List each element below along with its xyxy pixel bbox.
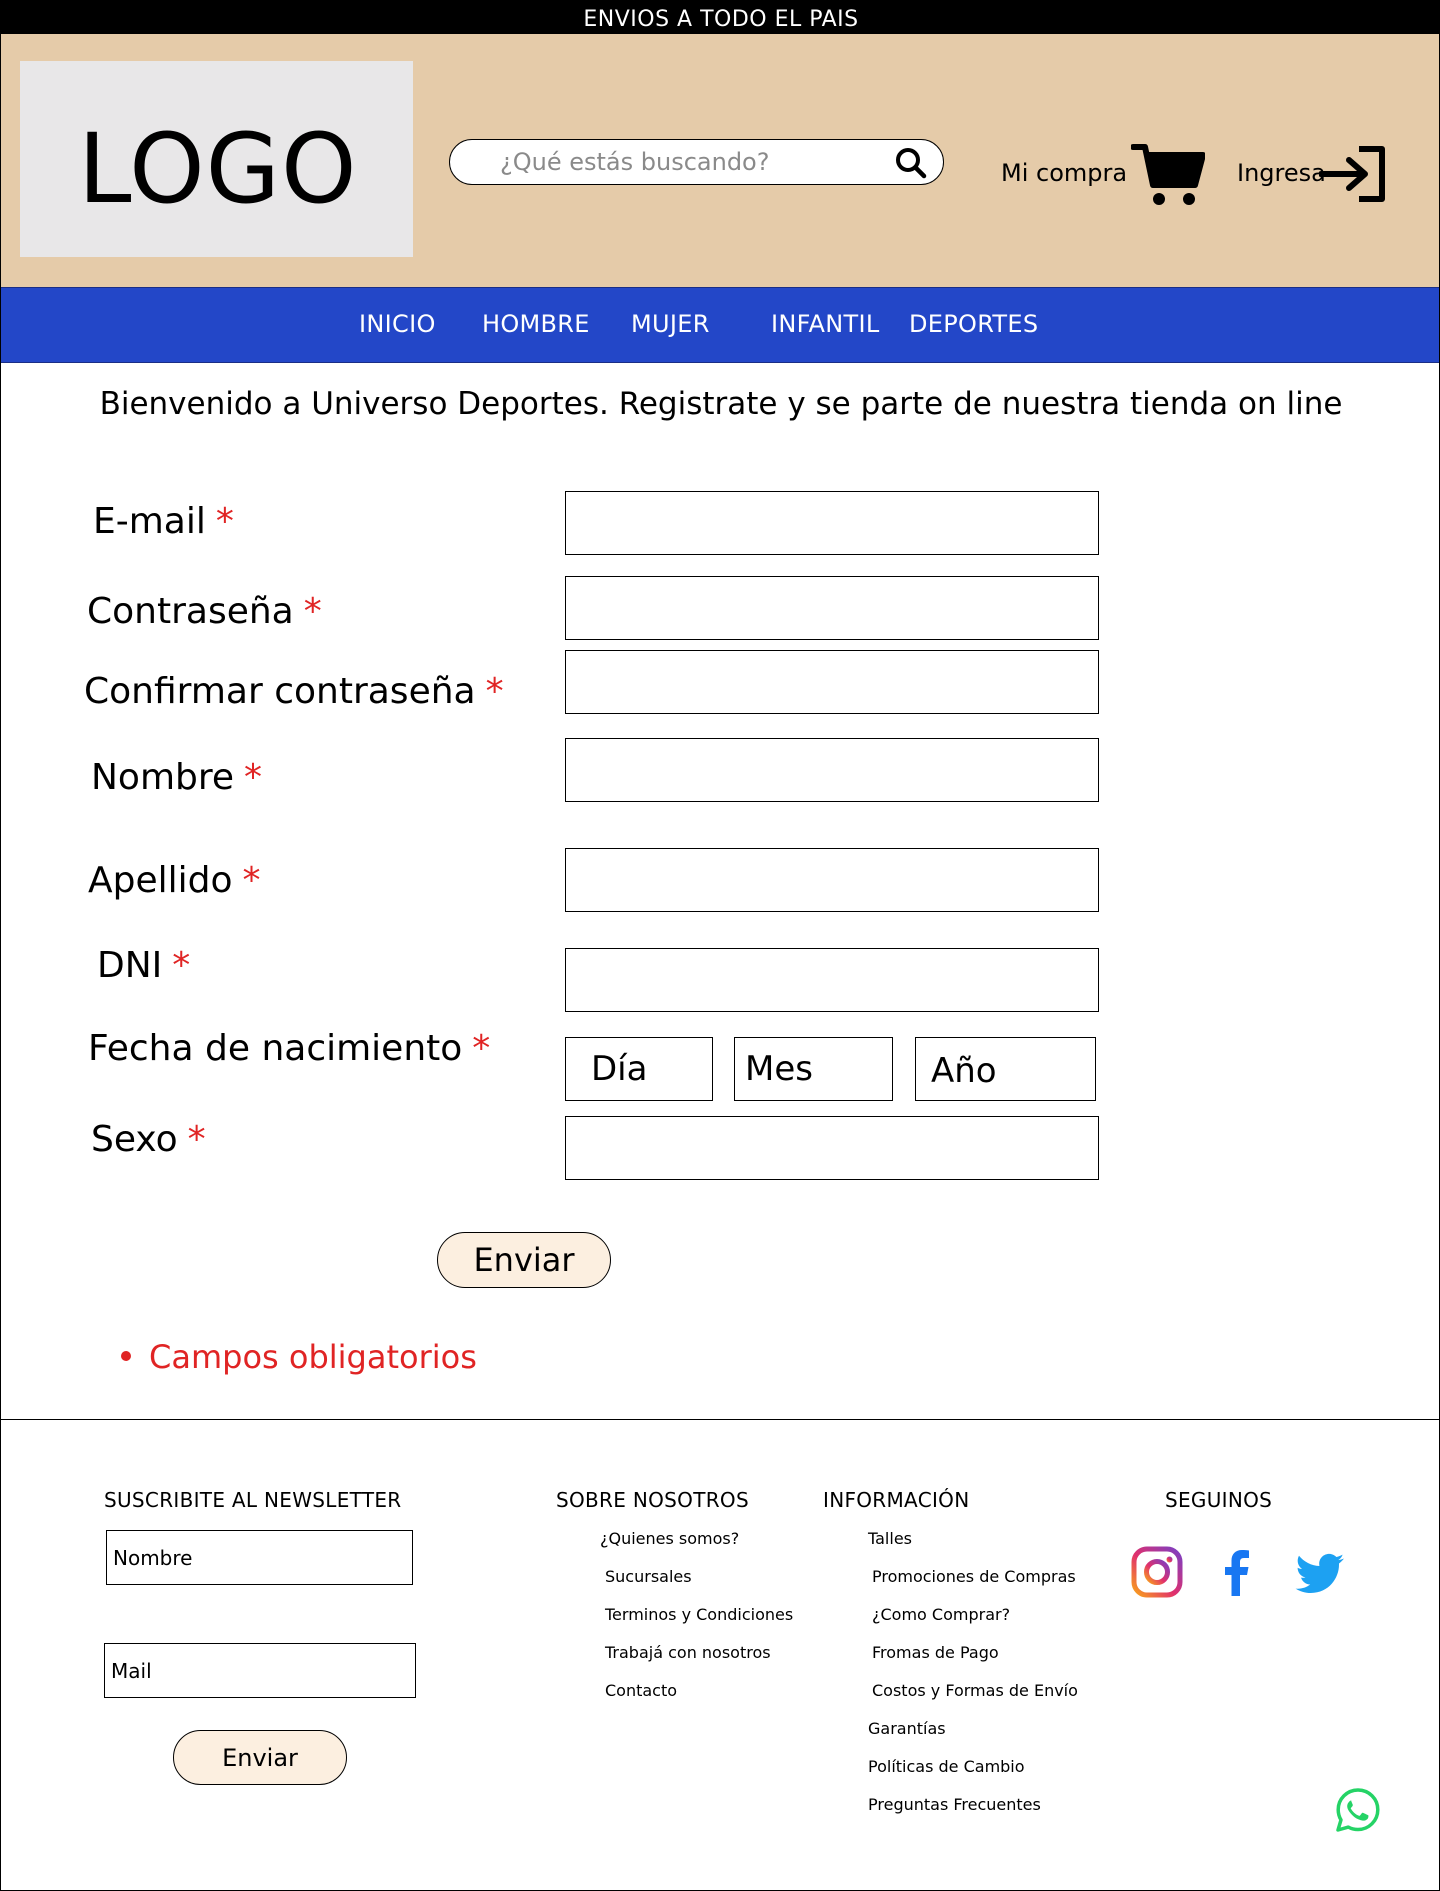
footer-link-politicas[interactable]: Políticas de Cambio — [868, 1757, 1025, 1776]
dni-label: DNI * — [97, 945, 191, 986]
footer-divider — [1, 1419, 1439, 1420]
submit-button[interactable]: Enviar — [437, 1232, 611, 1288]
required-mark: * — [215, 501, 234, 542]
search-input[interactable] — [500, 148, 870, 176]
newsletter-submit-button[interactable]: Enviar — [173, 1730, 347, 1785]
required-fields-note: Campos obligatorios — [121, 1338, 477, 1376]
last-name-field[interactable] — [565, 848, 1099, 912]
required-mark: * — [472, 1028, 491, 1069]
nav-item-infantil[interactable]: INFANTIL — [771, 310, 880, 338]
required-mark: * — [172, 945, 191, 986]
nav-item-inicio[interactable]: INICIO — [359, 310, 436, 338]
required-mark: * — [242, 860, 261, 901]
required-mark: * — [485, 671, 504, 712]
shopping-cart-icon[interactable] — [1131, 141, 1205, 207]
footer-link-formas-pago[interactable]: Fromas de Pago — [872, 1643, 999, 1662]
header: LOGO Mi compra Ingresa — [1, 34, 1439, 287]
nav-item-mujer[interactable]: MUJER — [631, 310, 710, 338]
login-label[interactable]: Ingresa — [1237, 159, 1326, 187]
cart-label[interactable]: Mi compra — [1001, 159, 1127, 187]
birth-year-field[interactable] — [915, 1037, 1096, 1101]
twitter-icon[interactable] — [1294, 1548, 1346, 1600]
last-name-label: Apellido * — [88, 860, 261, 901]
footer-link-promociones[interactable]: Promociones de Compras — [872, 1567, 1076, 1586]
page: ENVIOS A TODO EL PAIS LOGO Mi compra Ing… — [0, 0, 1440, 1891]
footer-link-como-comprar[interactable]: ¿Como Comprar? — [872, 1605, 1010, 1624]
welcome-message: Bienvenido a Universo Deportes. Registra… — [99, 386, 1343, 422]
logo[interactable]: LOGO — [20, 61, 413, 257]
birth-day-field[interactable] — [565, 1037, 713, 1101]
info-title: INFORMACIÓN — [823, 1488, 970, 1512]
first-name-field[interactable] — [565, 738, 1099, 802]
bullet — [121, 1351, 131, 1361]
footer-link-talles[interactable]: Talles — [868, 1529, 912, 1548]
password-field[interactable] — [565, 576, 1099, 640]
confirm-password-label: Confirmar contraseña * — [84, 671, 504, 712]
birthdate-label: Fecha de nacimiento * — [88, 1028, 491, 1069]
newsletter-mail-field[interactable] — [104, 1643, 416, 1698]
email-field[interactable] — [565, 491, 1099, 555]
required-mark: * — [187, 1119, 206, 1160]
confirm-password-field[interactable] — [565, 650, 1099, 714]
footer-link-sucursales[interactable]: Sucursales — [605, 1567, 692, 1586]
email-label: E-mail * — [93, 501, 234, 542]
shipping-banner: ENVIOS A TODO EL PAIS — [1, 1, 1439, 34]
instagram-icon[interactable] — [1131, 1546, 1183, 1598]
first-name-label: Nombre * — [91, 757, 263, 798]
footer-link-preguntas[interactable]: Preguntas Frecuentes — [868, 1795, 1041, 1814]
birth-month-field[interactable] — [734, 1037, 893, 1101]
nav-item-hombre[interactable]: HOMBRE — [482, 310, 590, 338]
required-mark: * — [303, 591, 322, 632]
social-title: SEGUINOS — [1165, 1488, 1273, 1512]
facebook-icon[interactable] — [1211, 1546, 1263, 1598]
footer-link-contacto[interactable]: Contacto — [605, 1681, 677, 1700]
password-label: Contraseña * — [87, 591, 322, 632]
required-mark: * — [244, 757, 263, 798]
dni-field[interactable] — [565, 948, 1099, 1012]
footer-link-trabaja[interactable]: Trabajá con nosotros — [605, 1643, 771, 1662]
main-nav: INICIO HOMBRE MUJER INFANTIL DEPORTES — [1, 287, 1439, 363]
nav-item-deportes[interactable]: DEPORTES — [909, 310, 1038, 338]
whatsapp-icon[interactable] — [1334, 1786, 1382, 1834]
newsletter-title: SUSCRIBITE AL NEWSLETTER — [104, 1488, 402, 1512]
footer-link-quienes-somos[interactable]: ¿Quienes somos? — [600, 1529, 739, 1548]
search-bar — [449, 139, 944, 185]
sex-label: Sexo * — [91, 1119, 206, 1160]
about-title: SOBRE NOSOTROS — [556, 1488, 749, 1512]
sex-field[interactable] — [565, 1116, 1099, 1180]
newsletter-name-field[interactable] — [106, 1530, 413, 1585]
logo-text: LOGO — [78, 113, 358, 225]
footer-link-envio[interactable]: Costos y Formas de Envío — [872, 1681, 1078, 1700]
footer-link-terminos[interactable]: Terminos y Condiciones — [605, 1605, 793, 1624]
search-icon[interactable] — [895, 147, 927, 179]
footer-link-garantias[interactable]: Garantías — [868, 1719, 946, 1738]
login-icon[interactable] — [1319, 144, 1387, 204]
